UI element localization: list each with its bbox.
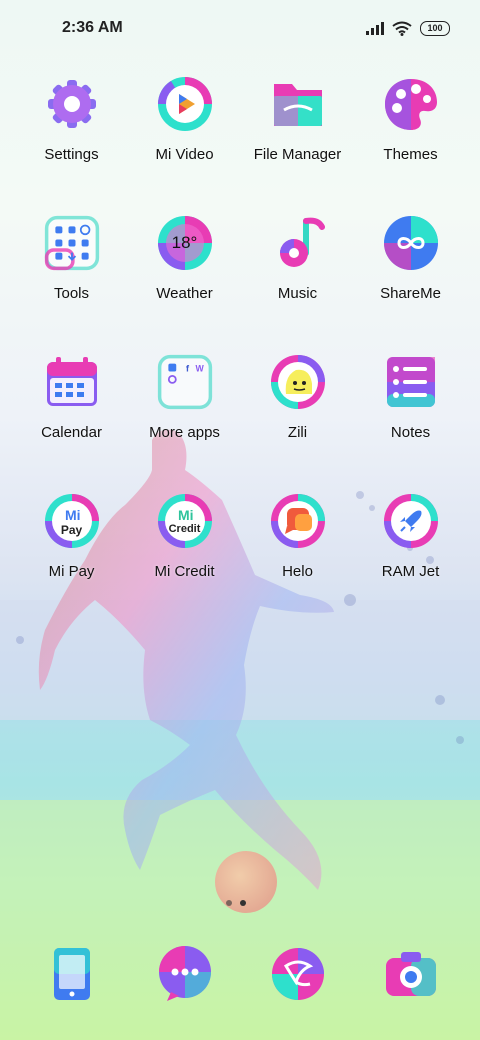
- messaging-icon: [157, 946, 213, 1002]
- more-apps-folder-icon: f W: [157, 354, 213, 410]
- dock-messaging[interactable]: [128, 946, 241, 1002]
- app-label: Tools: [53, 285, 90, 302]
- page-dot-2-active[interactable]: [240, 900, 246, 906]
- status-icons: 100: [366, 20, 450, 36]
- dock-browser[interactable]: [241, 946, 354, 1002]
- app-shareme[interactable]: ShareMe: [354, 211, 467, 350]
- status-bar: 2:36 AM 100: [0, 0, 480, 56]
- app-helo[interactable]: Helo: [241, 489, 354, 628]
- phone-icon: [44, 946, 100, 1002]
- mi-video-icon: [157, 76, 213, 132]
- app-label: Music: [277, 285, 318, 302]
- app-label: Weather: [156, 285, 213, 302]
- app-more-apps-folder[interactable]: f W More apps: [128, 350, 241, 489]
- svg-text:Mi: Mi: [178, 507, 194, 523]
- app-label: ShareMe: [380, 285, 441, 302]
- music-icon: [270, 215, 326, 271]
- zili-icon: [270, 354, 326, 410]
- weather-temperature: 18°: [171, 233, 198, 252]
- app-label: Themes: [383, 146, 438, 163]
- app-themes[interactable]: Themes: [354, 72, 467, 211]
- page-indicator: [226, 900, 246, 906]
- file-manager-icon: [270, 76, 326, 132]
- app-ram-jet[interactable]: RAM Jet: [354, 489, 467, 628]
- mi-pay-icon: Mi Pay: [44, 493, 100, 549]
- app-settings[interactable]: Settings: [15, 72, 128, 211]
- app-notes[interactable]: Notes: [354, 350, 467, 489]
- app-label: Mi Credit: [154, 563, 215, 580]
- app-grid: Settings Mi Video File Manager Themes To…: [15, 72, 467, 628]
- page-dot-1[interactable]: [226, 900, 232, 906]
- calendar-icon: [44, 354, 100, 410]
- svg-text:W: W: [195, 364, 204, 374]
- wifi-icon: [392, 21, 412, 36]
- mi-credit-badge-text: Credit: [168, 523, 201, 535]
- svg-text:Mi: Mi: [65, 507, 81, 523]
- themes-icon: [383, 76, 439, 132]
- app-label: File Manager: [253, 146, 342, 163]
- dock-camera[interactable]: [354, 946, 467, 1002]
- app-label: RAM Jet: [381, 563, 440, 580]
- app-label: Notes: [390, 424, 431, 441]
- app-label: Mi Pay: [48, 563, 95, 580]
- app-mi-credit[interactable]: Mi Credit Mi Credit: [128, 489, 241, 628]
- mi-pay-badge-text: Pay: [60, 523, 83, 537]
- battery-indicator: 100: [420, 20, 450, 36]
- app-file-manager[interactable]: File Manager: [241, 72, 354, 211]
- app-label: Zili: [287, 424, 308, 441]
- battery-level: 100: [427, 23, 443, 33]
- app-calendar[interactable]: Calendar: [15, 350, 128, 489]
- ram-jet-icon: [383, 493, 439, 549]
- dock: [15, 946, 467, 1002]
- status-time: 2:36 AM: [62, 19, 123, 36]
- helo-icon: [270, 493, 326, 549]
- weather-icon: 18°: [157, 215, 213, 271]
- settings-icon: [44, 76, 100, 132]
- app-label: Mi Video: [155, 146, 214, 163]
- app-mi-pay[interactable]: Mi Pay Mi Pay: [15, 489, 128, 628]
- app-weather[interactable]: 18° Weather: [128, 211, 241, 350]
- dock-phone[interactable]: [15, 946, 128, 1002]
- app-mi-video[interactable]: Mi Video: [128, 72, 241, 211]
- app-music[interactable]: Music: [241, 211, 354, 350]
- notes-icon: [383, 354, 439, 410]
- tools-icon: [44, 215, 100, 271]
- app-label: Settings: [44, 146, 99, 163]
- signal-icon: [366, 21, 384, 35]
- app-label: Calendar: [41, 424, 102, 441]
- app-label: Helo: [282, 563, 313, 580]
- camera-icon: [383, 946, 439, 1002]
- shareme-icon: [383, 215, 439, 271]
- app-tools-folder[interactable]: Tools: [15, 211, 128, 350]
- browser-icon: [270, 946, 326, 1002]
- app-label: More apps: [149, 424, 220, 441]
- mi-credit-icon: Mi Credit: [157, 493, 213, 549]
- app-zili[interactable]: Zili: [241, 350, 354, 489]
